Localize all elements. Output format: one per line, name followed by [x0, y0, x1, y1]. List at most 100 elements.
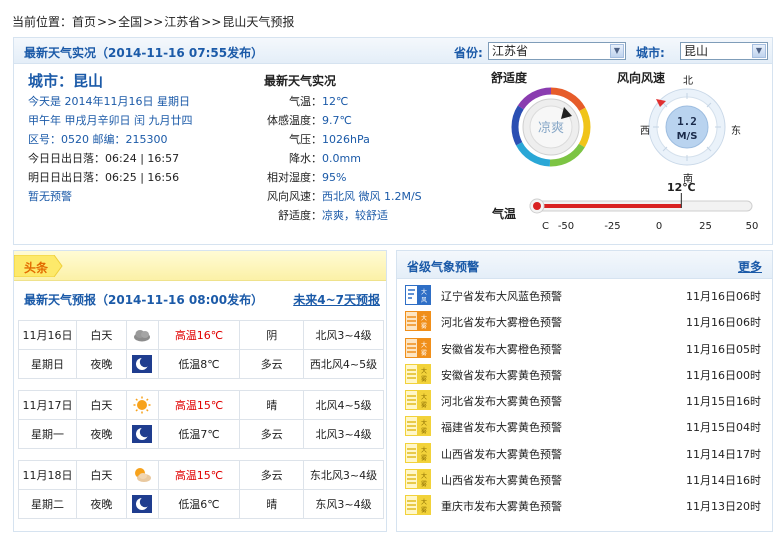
forecast-wind: 东风3~4级: [303, 489, 384, 519]
svg-text:雾: 雾: [421, 322, 427, 330]
warnings-more-link[interactable]: 更多: [738, 258, 762, 275]
obs-value: 1026hPa: [322, 133, 370, 146]
compass-north: 北: [683, 76, 693, 87]
forecast-temp: 低温6℃: [157, 489, 241, 519]
warning-link[interactable]: 福建省发布大雾黄色预警: [441, 419, 562, 435]
warning-link[interactable]: 重庆市发布大雾黄色预警: [441, 498, 562, 514]
svg-text:雾: 雾: [421, 506, 427, 514]
obs-label: 降水：: [289, 152, 322, 165]
warning-link[interactable]: 河北省发布大雾黄色预警: [441, 393, 562, 409]
city-select[interactable]: 昆山 ▼: [680, 42, 768, 60]
warning-item[interactable]: 大雾 河北省发布大雾橙色预警 11月16日06时: [405, 309, 765, 335]
chevron-down-icon[interactable]: ▼: [752, 44, 766, 58]
svg-text:雾: 雾: [421, 480, 427, 488]
obs-row: 风向风速：西北风 微风 1.2M/S: [264, 187, 464, 206]
warning-item[interactable]: 大雾 山西省发布大雾黄色预警 11月14日17时: [405, 441, 765, 467]
thermometer-fill: [536, 204, 682, 208]
fog-yellow-icon: 大雾: [405, 390, 431, 411]
fog-yellow-icon: 大雾: [405, 495, 431, 516]
observation-title: 最新天气实况: [264, 74, 337, 88]
warning-item[interactable]: 大雾 重庆市发布大雾黄色预警 11月13日20时: [405, 493, 765, 519]
temp-scale-tick: -25: [604, 221, 620, 232]
forecast-icon-cell: [125, 419, 159, 449]
breadcrumb-home[interactable]: 首页: [72, 15, 96, 29]
forecast-weather: 阴: [239, 320, 305, 350]
city-info: 城市：昆山 今天是 2014年11月16日 星期日 甲午年 甲戌月辛卯日 闰 九…: [28, 70, 193, 206]
comfort-value: 凉爽: [538, 121, 564, 136]
wind-speed-value: 1.2: [677, 115, 697, 128]
future-forecast-link[interactable]: 未来4~7天预报: [293, 291, 380, 308]
chevron-down-icon[interactable]: ▼: [610, 44, 624, 58]
breadcrumb-sep: >>: [201, 15, 222, 29]
moon-icon: [132, 355, 153, 373]
fog-orange-icon: 大雾: [405, 337, 431, 358]
obs-row: 舒适度：凉爽，较舒适: [264, 206, 464, 225]
svg-text:大: 大: [421, 288, 427, 296]
breadcrumb: 当前位置：首页>>全国>>江苏省>>昆山天气预报: [12, 13, 294, 30]
forecast-weather: 多云: [239, 460, 305, 490]
forecast-day-table: 11月18日 白天 高温15℃ 多云 东北风3~4级 星期二 夜晚 低温6℃ 晴…: [18, 460, 384, 519]
breadcrumb-prefix: 当前位置：: [12, 15, 73, 29]
forecast-panel: 头条 最新天气预报（2014-11-16 08:00发布） 未来4~7天预报 1…: [13, 250, 387, 532]
forecast-icon-cell: [125, 320, 159, 350]
warning-item[interactable]: 大雾 安徽省发布大雾黄色预警 11月16日00时: [405, 362, 765, 388]
warning-link[interactable]: 山西省发布大雾黄色预警: [441, 446, 562, 462]
obs-label: 舒适度：: [278, 209, 322, 222]
warning-time: 11月16日06时: [686, 316, 761, 330]
sun-icon: [132, 396, 153, 414]
warning-item[interactable]: 大雾 河北省发布大雾黄色预警 11月15日16时: [405, 388, 765, 414]
headline-label[interactable]: 头条: [24, 259, 48, 276]
forecast-wind: 东北风3~4级: [303, 460, 384, 490]
warning-link[interactable]: 安徽省发布大雾橙色预警: [441, 341, 562, 357]
temp-label: 气温: [492, 207, 517, 221]
fog-yellow-icon: 大雾: [405, 416, 431, 437]
svg-text:大: 大: [421, 446, 427, 454]
warning-time: 11月16日05时: [686, 342, 761, 356]
observation-list: 最新天气实况 气温：12℃ 体感温度：9.7℃ 气压：1026hPa 降水：0.…: [264, 70, 464, 225]
warning-link[interactable]: 山西省发布大雾黄色预警: [441, 472, 562, 488]
no-warning-link[interactable]: 暂无预警: [28, 187, 193, 206]
warning-item[interactable]: 大雾 安徽省发布大雾橙色预警 11月16日05时: [405, 336, 765, 362]
breadcrumb-province[interactable]: 江苏省: [164, 15, 200, 29]
forecast-weather: 晴: [239, 390, 305, 420]
obs-label: 体感温度：: [267, 114, 322, 127]
cloudy-icon: [132, 326, 153, 344]
today-date: 今天是 2014年11月16日 星期日: [28, 95, 190, 108]
warning-item[interactable]: 大雾 福建省发布大雾黄色预警 11月15日04时: [405, 414, 765, 440]
moon-icon: [132, 495, 153, 513]
realtime-header: 最新天气实况（2014-11-16 07:55发布） 省份: 江苏省 ▼ 城市:…: [14, 38, 772, 64]
forecast-date: 11月18日: [18, 460, 77, 490]
forecast-day-table: 11月16日 白天 高温16℃ 阴 北风3~4级 星期日 夜晚 低温8℃ 多云 …: [18, 320, 384, 379]
forecast-row: 星期日 夜晚 低温8℃ 多云 西北风4~5级: [18, 349, 384, 379]
forecast-period: 白天: [75, 390, 127, 420]
warning-link[interactable]: 安徽省发布大雾黄色预警: [441, 367, 562, 383]
forecast-temp: 低温7℃: [157, 419, 241, 449]
city-select-value: 昆山: [684, 44, 709, 58]
wind-gauge: 1.2 M/S: [648, 88, 726, 166]
warning-item[interactable]: 大风 辽宁省发布大风蓝色预警 11月16日06时: [405, 283, 765, 309]
province-select[interactable]: 江苏省 ▼: [488, 42, 626, 60]
obs-value: 12℃: [322, 95, 349, 108]
warnings-panel: 省级气象预警 更多 大风 辽宁省发布大风蓝色预警 11月16日06时大雾 河北省…: [396, 250, 773, 532]
warnings-title: 省级气象预警: [407, 260, 480, 274]
forecast-row: 11月16日 白天 高温16℃ 阴 北风3~4级: [18, 320, 384, 350]
forecast-weather: 多云: [239, 419, 305, 449]
breadcrumb-national[interactable]: 全国: [118, 15, 142, 29]
obs-row: 体感温度：9.7℃: [264, 111, 464, 130]
forecast-row: 星期二 夜晚 低温6℃ 晴 东风3~4级: [18, 489, 384, 519]
forecast-weather: 晴: [239, 489, 305, 519]
forecast-period: 白天: [75, 460, 127, 490]
forecast-row: 11月17日 白天 高温15℃ 晴 北风4~5级: [18, 390, 384, 420]
obs-label: 气温：: [289, 95, 322, 108]
warning-item[interactable]: 大雾 山西省发布大雾黄色预警 11月14日16时: [405, 467, 765, 493]
obs-value: 0.0mm: [322, 152, 361, 165]
temp-scale-tick: -50: [558, 221, 574, 232]
svg-text:大: 大: [421, 419, 427, 427]
svg-text:大: 大: [421, 314, 427, 322]
temp-scale-tick: 50: [746, 221, 759, 232]
svg-text:雾: 雾: [421, 401, 427, 409]
warning-link[interactable]: 河北省发布大雾橙色预警: [441, 314, 562, 330]
warning-link[interactable]: 辽宁省发布大风蓝色预警: [441, 288, 562, 304]
warning-time: 11月14日17时: [686, 447, 761, 461]
realtime-title: 最新天气实况（2014-11-16 07:55发布）: [24, 46, 264, 60]
